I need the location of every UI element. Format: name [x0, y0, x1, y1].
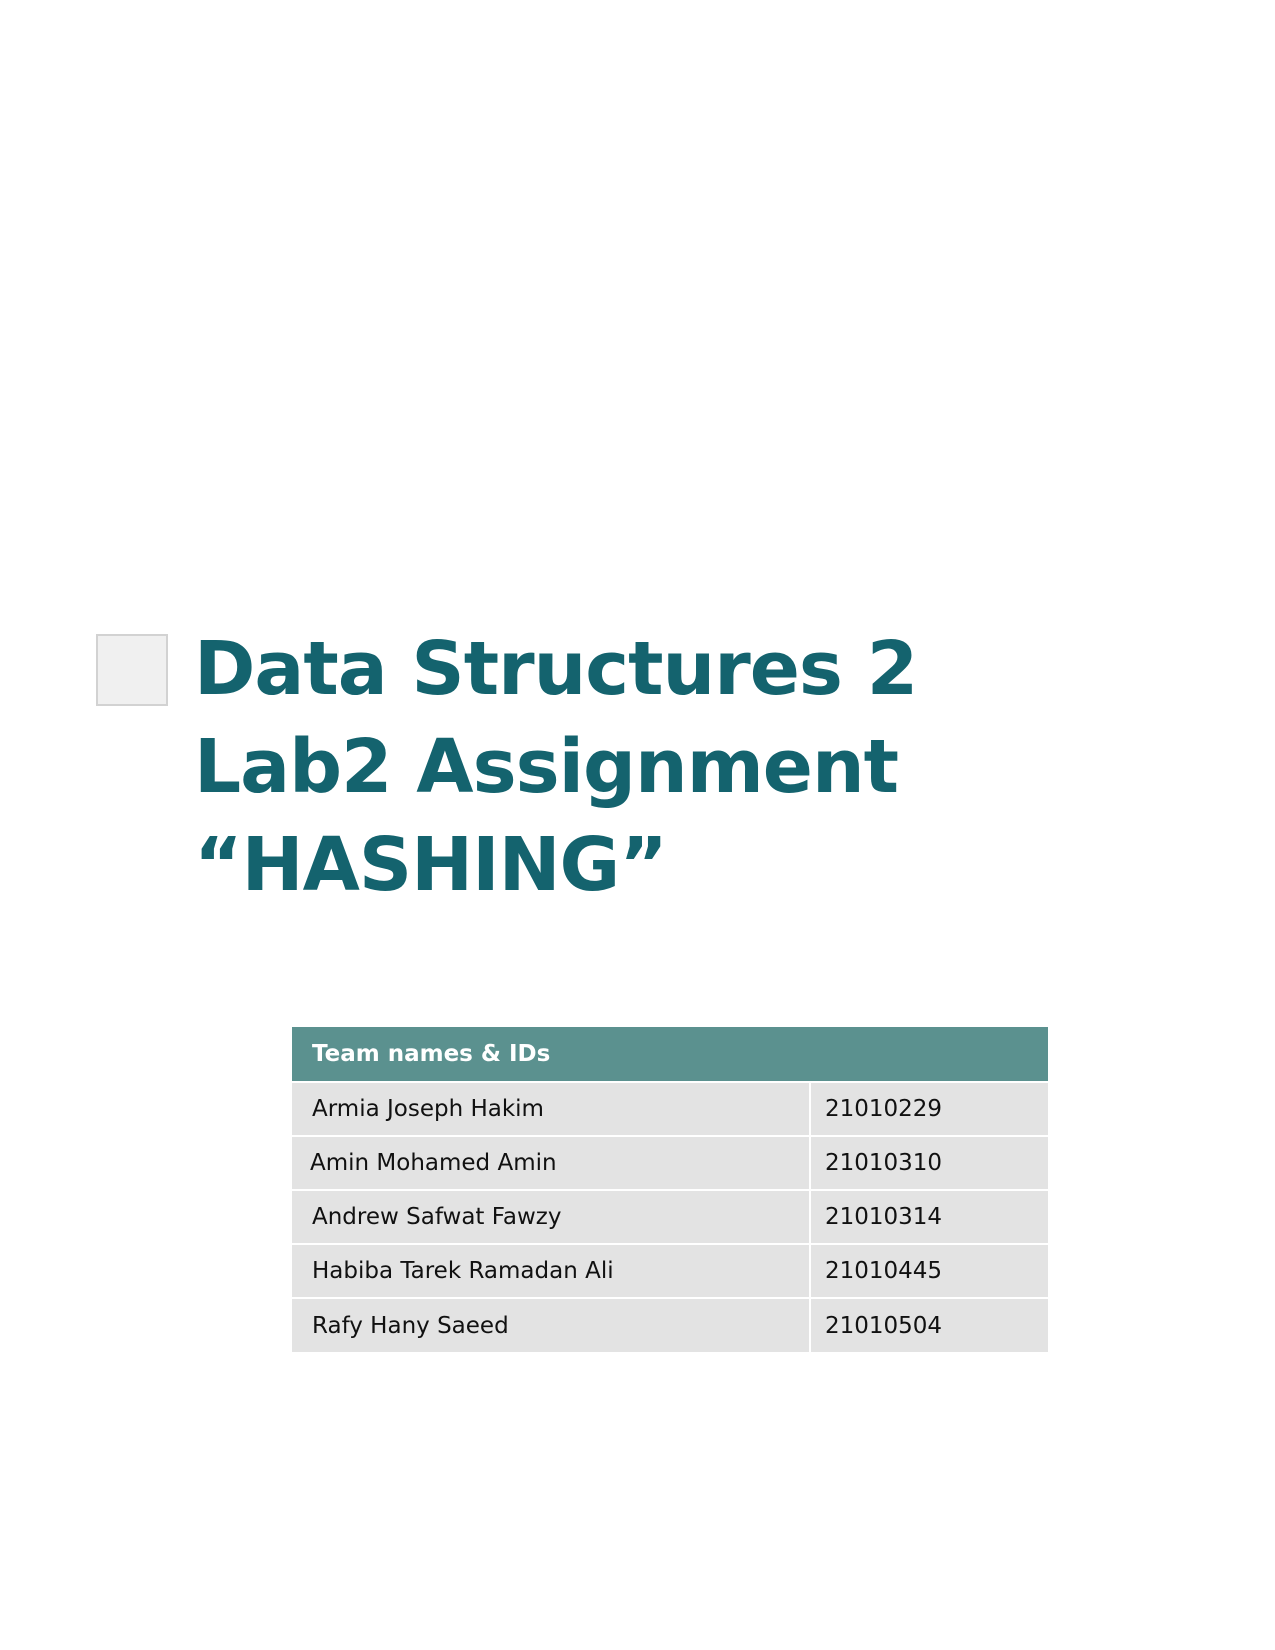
title-line-assignment: Lab2 Assignment — [194, 724, 899, 810]
member-name: Habiba Tarek Ramadan Ali — [292, 1244, 810, 1299]
member-name: Amin Mohamed Amin — [292, 1136, 810, 1191]
member-name: Armia Joseph Hakim — [292, 1082, 810, 1137]
table-row: Habiba Tarek Ramadan Ali 21010445 — [292, 1244, 1048, 1299]
title-line-course: Data Structures 2 — [194, 626, 918, 712]
image-placeholder — [96, 634, 168, 706]
document-title: Data Structures 2 Lab2 Assignment “HASHI… — [194, 620, 1074, 914]
team-table-header: Team names & IDs — [292, 1027, 1048, 1083]
member-name: Andrew Safwat Fawzy — [292, 1190, 810, 1245]
member-id: 21010504 — [809, 1298, 1048, 1352]
document-page: Data Structures 2 Lab2 Assignment “HASHI… — [0, 0, 1275, 1650]
table-row: Rafy Hany Saeed 21010504 — [292, 1298, 1048, 1352]
table-row: Andrew Safwat Fawzy 21010314 — [292, 1190, 1048, 1245]
member-id: 21010229 — [809, 1082, 1048, 1137]
table-row: Armia Joseph Hakim 21010229 — [292, 1082, 1048, 1137]
member-name: Rafy Hany Saeed — [292, 1298, 810, 1352]
table-row: Amin Mohamed Amin 21010310 — [292, 1136, 1048, 1191]
member-id: 21010310 — [809, 1136, 1048, 1191]
member-id: 21010314 — [809, 1190, 1048, 1245]
team-table-header-row: Team names & IDs — [292, 1027, 1048, 1083]
team-table: Team names & IDs Armia Joseph Hakim 2101… — [292, 1027, 1048, 1352]
title-line-topic: “HASHING” — [194, 822, 668, 908]
member-id: 21010445 — [809, 1244, 1048, 1299]
